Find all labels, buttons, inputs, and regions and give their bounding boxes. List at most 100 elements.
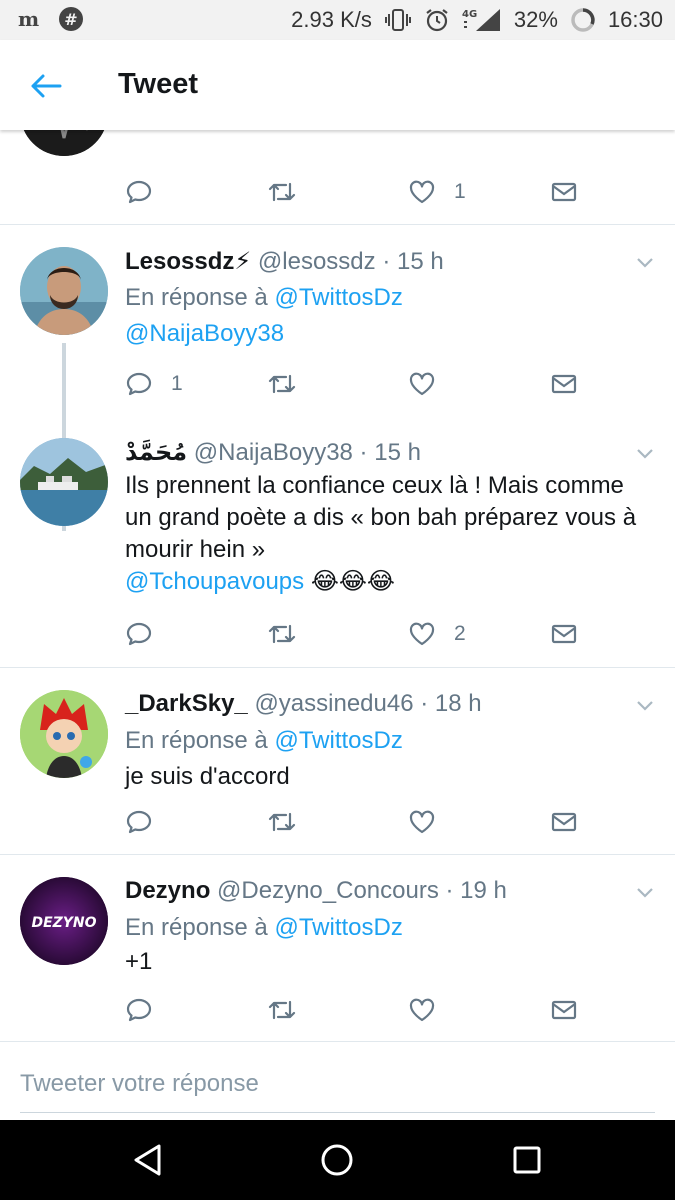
envelope-icon	[551, 182, 577, 202]
avatar[interactable]	[20, 130, 108, 156]
signal-icon: 4G	[462, 7, 502, 33]
reply-input[interactable]: Tweeter votre réponse	[20, 1070, 259, 1098]
tweet-actions: 1	[0, 364, 675, 404]
like-count: 2	[454, 622, 466, 645]
avatar[interactable]: DEZYNO	[20, 877, 108, 965]
mention-link[interactable]: @NaijaBoyy38	[125, 320, 284, 347]
avatar[interactable]	[20, 690, 108, 778]
heart-icon	[409, 180, 435, 204]
alarm-icon	[424, 7, 450, 33]
retweet-button[interactable]	[266, 172, 298, 212]
tweet-header: _DarkSky_ @yassinedu46 · 18 h	[125, 690, 482, 718]
reply-button[interactable]: 1	[125, 364, 183, 404]
envelope-icon	[551, 812, 577, 832]
battery-percent: 32%	[513, 7, 558, 32]
retweet-button[interactable]	[266, 990, 298, 1030]
status-bar: m # 2.93 K/s 4G 32% 16:30	[0, 0, 675, 40]
retweet-icon	[268, 374, 296, 394]
heart-icon	[409, 622, 435, 646]
handle-time: @lesossdz · 15 h	[257, 248, 444, 275]
display-name[interactable]: Dezyno	[125, 877, 210, 904]
tweet-header: Lesossdz⚡ @lesossdz · 15 h	[125, 247, 444, 276]
nav-recents-button[interactable]	[507, 1140, 547, 1180]
like-button[interactable]	[408, 364, 436, 404]
back-button[interactable]	[26, 66, 66, 106]
like-button[interactable]: 2	[408, 614, 466, 654]
tweet-feed[interactable]: 1 Lesossdz⚡ @lesossdz · 15 h En réponse …	[0, 130, 675, 1120]
dm-button[interactable]	[550, 802, 578, 842]
retweet-button[interactable]	[266, 802, 298, 842]
chevron-down-icon[interactable]	[635, 696, 655, 716]
app-bar: Tweet	[0, 40, 675, 130]
retweet-icon	[268, 812, 296, 832]
retweet-button[interactable]	[266, 614, 298, 654]
m-app-icon: m	[18, 8, 44, 30]
envelope-icon	[551, 1000, 577, 1020]
reply-context: En réponse à @TwittosDz	[125, 723, 403, 759]
retweet-icon	[268, 624, 296, 644]
envelope-icon	[551, 374, 577, 394]
tweet-lesossdz[interactable]: Lesossdz⚡ @lesossdz · 15 h En réponse à …	[0, 225, 675, 531]
like-count: 1	[454, 180, 466, 203]
heart-icon	[409, 998, 435, 1022]
reply-count: 1	[171, 372, 183, 395]
retweet-button[interactable]	[266, 364, 298, 404]
network-type: 4G	[462, 9, 477, 20]
dm-button[interactable]	[550, 614, 578, 654]
reply-button[interactable]	[125, 990, 153, 1030]
tweet-header: مُحَمَّدْ @NaijaBoyy38 · 15 h	[125, 438, 421, 467]
retweet-icon	[268, 182, 296, 202]
svg-text:m: m	[18, 8, 39, 30]
tweet-text: Ils prennent la confiance ceux là ! Mais…	[125, 470, 645, 598]
chevron-down-icon[interactable]	[635, 444, 655, 464]
display-name[interactable]: Lesossdz⚡	[125, 248, 251, 275]
avatar[interactable]	[20, 247, 108, 335]
dm-button[interactable]	[550, 990, 578, 1030]
reply-prefix: En réponse à	[125, 284, 268, 311]
mention-link[interactable]: @TwittosDz	[274, 727, 402, 754]
like-button[interactable]	[408, 990, 436, 1030]
reply-composer[interactable]: Tweeter votre réponse	[0, 1042, 675, 1122]
reply-context: En réponse à @TwittosDz @NaijaBoyy38	[125, 280, 403, 352]
input-underline	[20, 1112, 655, 1113]
chevron-down-icon[interactable]	[635, 253, 655, 273]
tweet-body: Ils prennent la confiance ceux là ! Mais…	[125, 472, 637, 563]
nav-back-button[interactable]	[128, 1140, 168, 1180]
system-nav-bar	[0, 1120, 675, 1200]
mention-link[interactable]: @TwittosDz	[274, 284, 402, 311]
tweet-dezyno[interactable]: DEZYNO Dezyno @Dezyno_Concours · 19 h En…	[0, 855, 675, 1042]
chevron-down-icon[interactable]	[635, 883, 655, 903]
reply-icon	[126, 622, 152, 646]
network-speed: 2.93 K/s	[291, 7, 372, 32]
reply-icon	[126, 180, 152, 204]
reply-prefix: En réponse à	[125, 727, 268, 754]
heart-icon	[409, 372, 435, 396]
hash-app-icon: #	[58, 6, 84, 32]
reply-button[interactable]	[125, 802, 153, 842]
reply-icon	[126, 810, 152, 834]
tweet-partial: 1	[0, 130, 675, 225]
vibrate-icon	[384, 8, 412, 32]
display-name[interactable]: مُحَمَّدْ	[125, 439, 187, 466]
dm-button[interactable]	[550, 364, 578, 404]
avatar-logo-text: DEZYNO	[31, 915, 96, 931]
reply-button[interactable]	[125, 172, 153, 212]
avatar[interactable]	[20, 438, 108, 526]
like-button[interactable]	[408, 802, 436, 842]
mention-link[interactable]: @TwittosDz	[274, 914, 402, 941]
emoji: 😂😂😂	[310, 568, 395, 595]
dm-button[interactable]	[550, 172, 578, 212]
envelope-icon	[551, 624, 577, 644]
mention-link[interactable]: @Tchoupavoups	[125, 568, 304, 595]
tweet-darksky[interactable]: _DarkSky_ @yassinedu46 · 18 h En réponse…	[0, 668, 675, 854]
reply-icon	[126, 372, 152, 396]
like-button[interactable]: 1	[408, 172, 466, 212]
nav-home-button[interactable]	[317, 1140, 357, 1180]
display-name[interactable]: _DarkSky_	[125, 690, 248, 717]
tweet-body: je suis d'accord	[125, 763, 290, 790]
handle-time: @Dezyno_Concours · 19 h	[217, 877, 507, 904]
reply-button[interactable]	[125, 614, 153, 654]
tweet-header: Dezyno @Dezyno_Concours · 19 h	[125, 877, 507, 905]
clock: 16:30	[607, 7, 663, 32]
arrow-left-icon	[31, 74, 62, 98]
